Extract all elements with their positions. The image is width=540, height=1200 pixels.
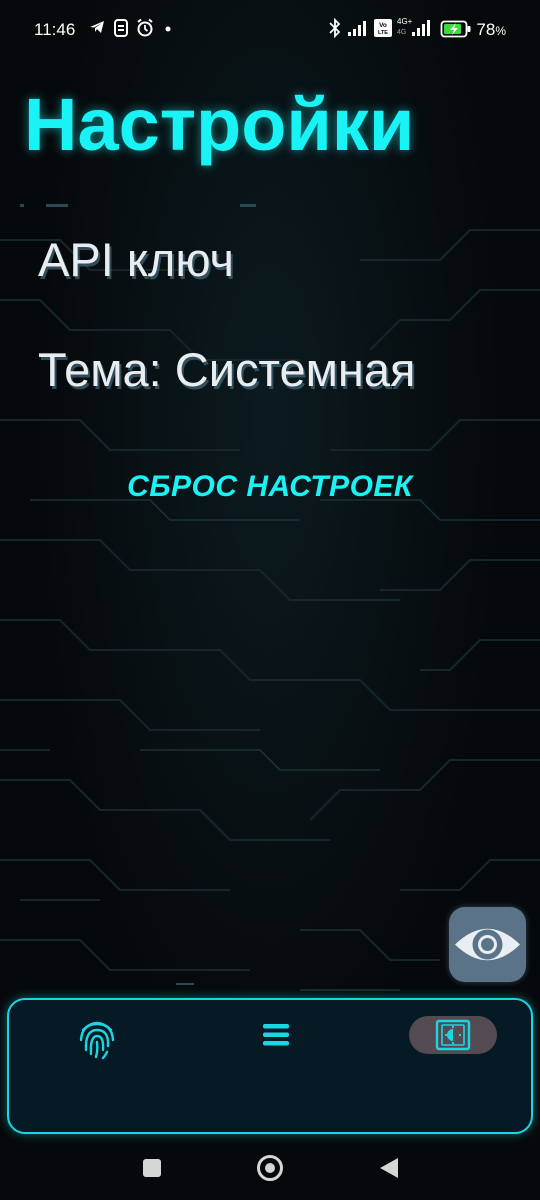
reset-settings-button[interactable]: СБРОС НАСТРОЕК <box>0 470 540 504</box>
home-button[interactable] <box>256 1154 284 1187</box>
sync-icon <box>114 19 128 37</box>
back-button[interactable] <box>378 1156 400 1185</box>
settings-screen: 11:46 Vo LTE 4G+ 4G 78% Настройки API кл… <box>0 0 540 1200</box>
nav-menu[interactable] <box>261 1022 291 1048</box>
system-navigation-bar <box>0 1140 540 1200</box>
dot-icon <box>165 26 171 32</box>
menu-icon <box>263 1024 289 1046</box>
recents-icon <box>143 1159 161 1177</box>
signal-4g-icon: 4G+ 4G <box>397 17 430 36</box>
home-icon <box>257 1155 283 1181</box>
api-key-setting[interactable]: API ключ <box>38 232 234 287</box>
settings-icon <box>435 1019 471 1051</box>
page-title: Настройки <box>24 83 415 166</box>
bottom-navigation <box>7 998 533 1134</box>
svg-text:4G: 4G <box>397 29 406 36</box>
nav-settings[interactable] <box>409 1016 497 1054</box>
eye-toggle-button[interactable] <box>449 907 526 982</box>
telegram-icon <box>90 21 104 33</box>
svg-text:LTE: LTE <box>378 30 388 36</box>
recents-button[interactable] <box>142 1158 162 1183</box>
battery-charging-icon <box>440 20 471 38</box>
svg-text:4G+: 4G+ <box>397 17 413 26</box>
eye-icon <box>455 928 520 961</box>
alarm-icon <box>137 18 153 37</box>
svg-text:Vo: Vo <box>379 22 387 29</box>
status-bar: 11:46 Vo LTE 4G+ 4G 78% <box>0 0 540 60</box>
theme-setting[interactable]: Тема: Системная <box>38 342 415 397</box>
status-time: 11:46 <box>34 20 76 39</box>
nav-fingerprint[interactable] <box>77 1016 117 1060</box>
back-icon <box>380 1158 398 1178</box>
battery-percent: 78% <box>476 20 506 39</box>
fingerprint-icon <box>79 1021 115 1060</box>
signal-icon <box>348 21 366 36</box>
bluetooth-icon <box>329 18 341 38</box>
volte-icon: Vo LTE <box>374 19 392 37</box>
